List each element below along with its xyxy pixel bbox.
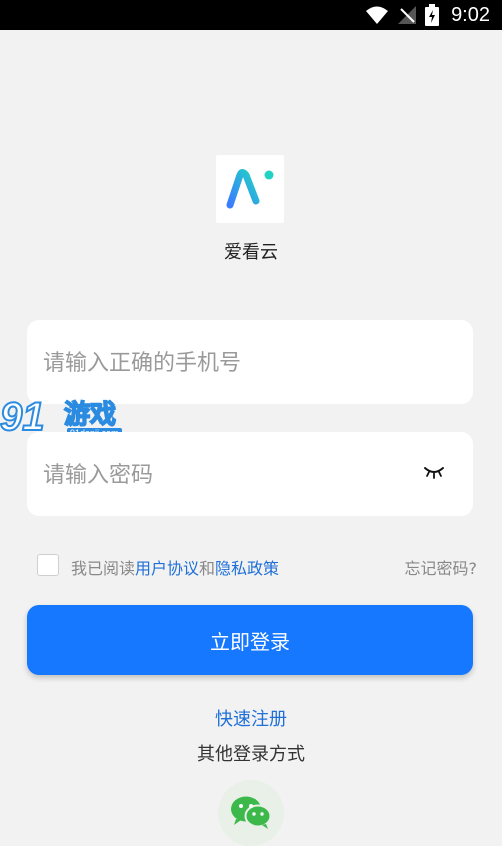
watermark-text: 游戏 [63,399,117,431]
wifi-icon [366,6,389,24]
battery-icon [425,4,440,26]
eye-closed-icon[interactable] [423,464,445,480]
status-time: 9:02 [451,3,490,26]
signal-icon [398,6,417,24]
agreement-checkbox[interactable] [37,554,59,576]
password-input[interactable] [41,432,405,518]
status-bar: 9:02 [0,0,502,30]
wechat-icon [231,796,272,829]
app-name: 爱看云 [224,242,278,263]
agreement-row: 我已阅读用户协议和隐私政策 忘记密码? [37,553,477,579]
agreement-and: 和 [199,559,216,578]
agreement-prefix: 我已阅读 [71,559,136,578]
other-login-label: 其他登录方式 [197,744,305,765]
status-icons: 9:02 [365,0,490,30]
login-button[interactable]: 立即登录 [27,605,473,675]
password-field[interactable] [27,432,473,518]
agreement-text: 我已阅读用户协议和隐私政策 [71,555,279,579]
privacy-policy-link[interactable]: 隐私政策 [215,559,279,578]
user-agreement-link[interactable]: 用户协议 [135,559,199,578]
forgot-password-link[interactable]: 忘记密码? [405,555,478,579]
quick-register-link[interactable]: 快速注册 [0,705,502,731]
app-logo [216,155,284,223]
